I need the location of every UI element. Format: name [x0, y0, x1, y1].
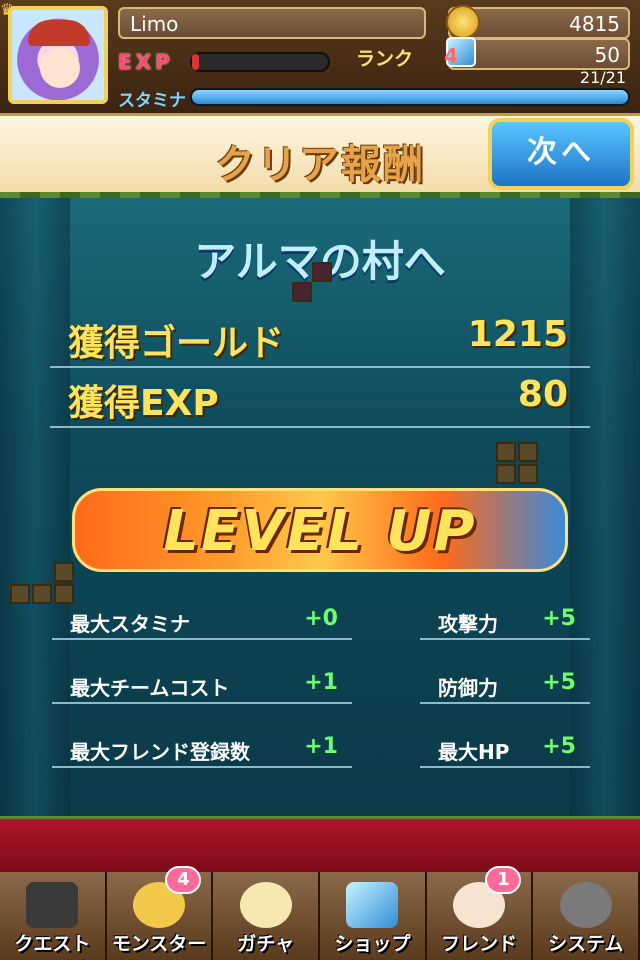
pillar-right: [570, 198, 640, 816]
divider: [50, 426, 590, 428]
avatar-hat: [28, 20, 90, 46]
stat-attack: 攻撃力 +5: [420, 602, 590, 640]
stat-value: +0: [304, 606, 338, 631]
reward-exp-label: 獲得EXP: [68, 383, 219, 424]
reward-row-exp: 獲得EXP 80: [50, 370, 590, 428]
level-up-text: LEVEL UP: [163, 499, 477, 564]
player-name-box: Limo: [118, 7, 426, 39]
level-up-banner: LEVEL UP: [72, 488, 568, 572]
result-panel: アルマの村へ 獲得ゴールド 1215 獲得EXP 80 LEVEL UP 最大ス…: [0, 198, 640, 816]
stat-label: 防御力: [438, 676, 498, 700]
nav-label: ガチャ: [237, 933, 295, 955]
stat-max-friends: 最大フレンド登録数 +1: [52, 730, 352, 768]
nav-system[interactable]: システム: [533, 872, 640, 960]
bottom-nav: クエスト 4 モンスター ガチャ ショップ 1 フレンド システム: [0, 866, 640, 960]
player-name: Limo: [130, 12, 179, 36]
divider: [52, 638, 352, 640]
crown-icon: ♛: [0, 0, 15, 19]
stat-value: +1: [304, 670, 338, 695]
stat-value: +1: [304, 734, 338, 759]
nav-label: クエスト: [14, 933, 91, 955]
stat-defense: 防御力 +5: [420, 666, 590, 704]
puzzle-block: [32, 584, 52, 604]
puzzle-block: [292, 282, 312, 302]
puzzle-block: [312, 262, 332, 282]
puzzle-block: [496, 442, 516, 462]
status-bar: ♛ Limo 4815 50 EXP ランク 4 スタミナ 21/21: [0, 0, 640, 116]
shop-gem-icon: [346, 882, 399, 928]
reward-gold-value: 1215: [467, 314, 568, 355]
divider: [52, 766, 352, 768]
door-icon: [26, 882, 79, 928]
player-avatar[interactable]: [8, 6, 108, 104]
reward-row-gold: 獲得ゴールド 1215: [50, 310, 590, 368]
exp-bar-fill: [192, 54, 199, 70]
nav-label: ショップ: [334, 933, 411, 955]
stat-label: 攻撃力: [438, 612, 498, 636]
notification-badge: 4: [165, 866, 202, 894]
stat-value: +5: [542, 734, 576, 759]
exp-bar: [190, 52, 330, 72]
rank-value: 4: [444, 44, 458, 68]
puzzle-block: [518, 464, 538, 484]
next-button[interactable]: 次へ: [488, 118, 634, 190]
exp-label: EXP: [118, 50, 174, 74]
gold-box: 4815: [446, 5, 630, 39]
nav-label: モンスター: [111, 933, 207, 955]
divider: [420, 702, 590, 704]
nav-friend[interactable]: 1 フレンド: [426, 866, 534, 960]
rank-label: ランク: [356, 48, 414, 70]
nav-shop[interactable]: ショップ: [320, 872, 427, 960]
stat-max-hp: 最大HP +5: [420, 730, 590, 768]
avatar-face: [40, 48, 80, 88]
pillar-left: [0, 198, 70, 816]
puzzle-block: [54, 562, 74, 582]
puzzle-block: [518, 442, 538, 462]
coin-icon: [446, 5, 480, 39]
divider: [420, 766, 590, 768]
gold-value: 4815: [569, 12, 620, 36]
stamina-bar-fill: [192, 90, 628, 104]
reward-gold-label: 獲得ゴールド: [68, 323, 285, 364]
reward-exp-value: 80: [517, 374, 568, 415]
stat-value: +5: [542, 606, 576, 631]
gem-box: 50: [446, 37, 630, 70]
puzzle-block: [10, 584, 30, 604]
stamina-bar: [190, 88, 630, 106]
gear-icon: [559, 882, 612, 928]
nav-monster[interactable]: 4 モンスター: [106, 866, 214, 960]
bottom-vine-border: [0, 816, 640, 875]
stat-value: +5: [542, 670, 576, 695]
stat-label: 最大フレンド登録数: [70, 740, 250, 764]
divider: [52, 702, 352, 704]
stamina-label: スタミナ: [118, 91, 186, 111]
nav-label: フレンド: [441, 933, 518, 955]
puzzle-block: [54, 584, 74, 604]
nav-quest[interactable]: クエスト: [0, 872, 107, 960]
gacha-icon: [239, 882, 292, 928]
stat-max-stamina: 最大スタミナ +0: [52, 602, 352, 640]
stat-label: 最大チームコスト: [70, 676, 230, 700]
divider: [50, 366, 590, 368]
puzzle-block: [496, 464, 516, 484]
stat-label: 最大HP: [438, 740, 510, 764]
stat-max-team-cost: 最大チームコスト +1: [52, 666, 352, 704]
divider: [420, 638, 590, 640]
stat-label: 最大スタミナ: [70, 612, 190, 636]
nav-gacha[interactable]: ガチャ: [213, 872, 321, 960]
stamina-count: 21/21: [579, 68, 626, 87]
gem-value: 50: [594, 43, 620, 67]
nav-label: システム: [547, 933, 624, 955]
notification-badge: 1: [485, 866, 522, 894]
